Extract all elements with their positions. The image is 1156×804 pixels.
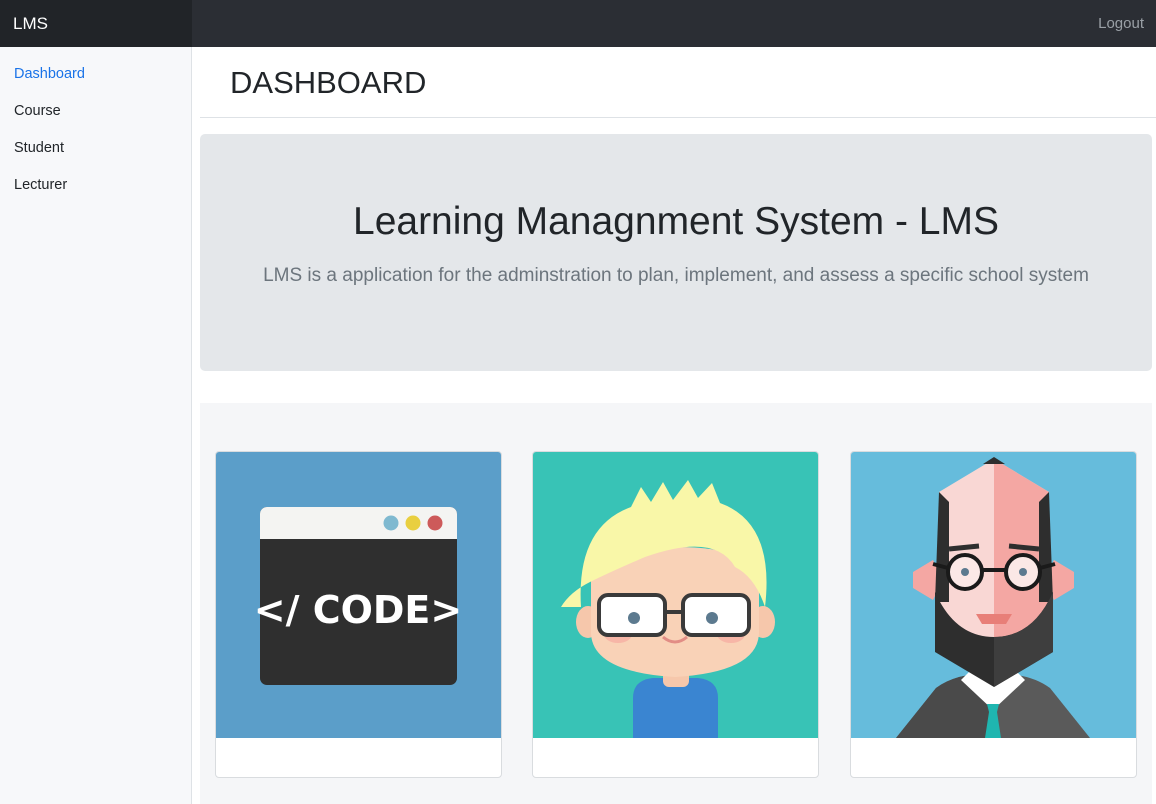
- main-content: DASHBOARD Learning Managnment System - L…: [192, 47, 1156, 804]
- sidebar-item-student[interactable]: Student: [14, 140, 64, 156]
- student-avatar-icon: [533, 452, 818, 738]
- code-label: </ CODE>: [254, 588, 462, 632]
- jumbotron: Learning Managnment System - LMS LMS is …: [200, 134, 1152, 371]
- brand-logo[interactable]: LMS: [0, 0, 192, 47]
- student-card[interactable]: [532, 451, 819, 778]
- sidebar-item-lecturer[interactable]: Lecturer: [14, 177, 67, 193]
- lecturer-card[interactable]: [850, 451, 1137, 778]
- sidebar-item-dashboard[interactable]: Dashboard: [14, 66, 85, 82]
- title-divider: [200, 117, 1156, 118]
- jumbotron-title: Learning Managnment System - LMS: [353, 200, 999, 243]
- code-window-icon: </ CODE>: [216, 452, 501, 738]
- top-navbar: LMS Logout: [0, 0, 1156, 47]
- sidebar-item-course[interactable]: Course: [14, 103, 61, 119]
- jumbotron-lead: LMS is a application for the adminstrati…: [263, 265, 1089, 286]
- lecturer-avatar-icon: [851, 452, 1136, 738]
- logout-link[interactable]: Logout: [1098, 0, 1144, 47]
- cards-section: </ CODE>: [200, 403, 1152, 804]
- sidebar: Dashboard Course Student Lecturer: [0, 47, 192, 804]
- course-card[interactable]: </ CODE>: [215, 451, 502, 778]
- page-title: DASHBOARD: [230, 65, 427, 100]
